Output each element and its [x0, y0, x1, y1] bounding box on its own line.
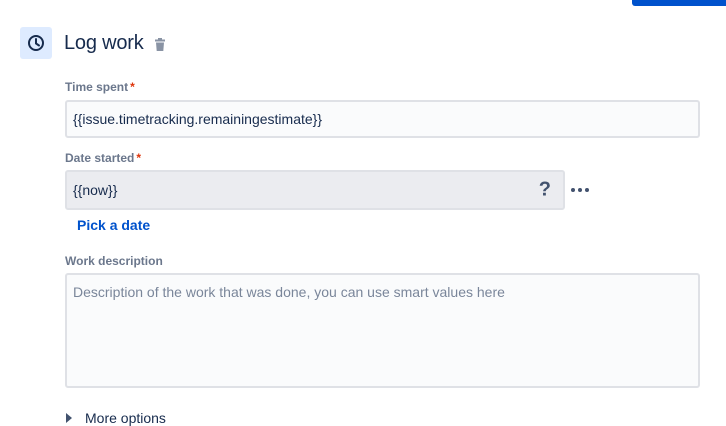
time-spent-label: Time spent *	[65, 80, 135, 94]
work-description-label: Work description	[65, 254, 163, 268]
top-primary-button-edge[interactable]	[632, 0, 726, 6]
more-options-icon[interactable]	[571, 182, 589, 198]
more-options-label: More options	[85, 410, 166, 426]
chevron-right-icon	[65, 413, 77, 423]
help-icon[interactable]: ?	[539, 179, 551, 202]
time-spent-value: {{issue.timetracking.remainingestimate}}	[73, 111, 323, 127]
action-header: Log work	[20, 27, 166, 59]
date-started-label: Date started *	[65, 151, 142, 165]
date-started-field[interactable]: {{now}} ?	[65, 170, 565, 210]
time-spent-field[interactable]: {{issue.timetracking.remainingestimate}}	[65, 100, 700, 138]
more-options-toggle[interactable]: More options	[65, 410, 166, 426]
date-started-value: {{now}}	[73, 182, 118, 198]
page-title: Log work	[64, 31, 144, 54]
clock-icon	[20, 27, 52, 59]
pick-a-date-link[interactable]: Pick a date	[77, 217, 150, 233]
work-description-textarea[interactable]	[65, 273, 700, 388]
trash-icon[interactable]	[154, 37, 166, 51]
